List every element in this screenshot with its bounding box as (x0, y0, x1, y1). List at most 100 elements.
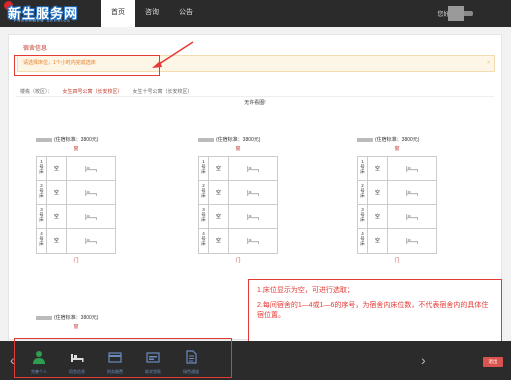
bed-select-slot[interactable] (67, 229, 115, 253)
room-name-redacted (357, 137, 373, 142)
bed-select-slot[interactable] (388, 181, 436, 204)
bed-status: 空 (368, 181, 388, 204)
room-standard: (住宿标准：3800元) (54, 315, 99, 321)
bed-icon (85, 238, 97, 244)
bed-row[interactable]: 4 号 床空 (358, 229, 436, 253)
bed-row[interactable]: 2 号 床空 (358, 181, 436, 205)
bed-row[interactable]: 1 号 床空 (37, 157, 115, 181)
bed-status: 空 (47, 157, 67, 180)
bed-row[interactable]: 3 号 床空 (199, 205, 277, 229)
bed-status: 空 (47, 205, 67, 228)
site-logo[interactable]: 新生服务网 FRESHMEN SERVICE (4, 1, 98, 23)
bed-number: 4 号 床 (37, 229, 47, 253)
door-label: 门 (394, 258, 400, 264)
main-nav: 首页 咨询 公告 (101, 0, 203, 27)
bed-select-slot[interactable] (67, 181, 115, 204)
bed-status: 空 (209, 205, 229, 228)
bed-status: 空 (47, 181, 67, 204)
bed-number: 3 号 床 (199, 205, 209, 228)
nav-consult[interactable]: 咨询 (135, 0, 169, 27)
bed-number: 1 号 床 (358, 157, 368, 180)
bed-number: 1 号 床 (199, 157, 209, 180)
window-label: 窗 (73, 146, 79, 152)
logo-subtext: FRESHMEN SERVICE (14, 18, 72, 23)
bed-status: 空 (209, 229, 229, 253)
room-name-redacted (198, 137, 214, 142)
chevron-right-icon[interactable]: › (421, 353, 426, 367)
bed-row[interactable]: 2 号 床空 (37, 181, 115, 205)
bed-select-slot[interactable] (229, 181, 277, 204)
bed-number: 2 号 床 (358, 181, 368, 204)
bed-row[interactable]: 3 号 床空 (358, 205, 436, 229)
room-header: (住宿标准：3800元) (198, 136, 278, 143)
bed-number: 1 号 床 (37, 157, 47, 180)
bed-icon (247, 189, 259, 196)
nav-home[interactable]: 首页 (101, 0, 135, 27)
bed-table: 1 号 床空2 号 床空3 号 床空4 号 床空 (357, 156, 437, 254)
bed-number: 2 号 床 (37, 181, 47, 204)
room-name-redacted (36, 137, 52, 142)
room-card: (住宿标准：3800元) 窗 1 号 床空2 号 床空3 号 床空4 号 床空 … (198, 136, 278, 264)
filter-divider (16, 96, 494, 97)
room-card: (住宿标准：3800元) 窗 1 号 床空2 号 床空3 号 床空4 号 床空 … (357, 136, 437, 264)
bed-icon (406, 238, 418, 244)
section-title: 宿舍信息 (23, 46, 48, 52)
window-label: 窗 (235, 146, 241, 152)
bed-select-slot[interactable] (388, 205, 436, 228)
close-icon[interactable]: × (487, 56, 490, 71)
bed-select-slot[interactable] (388, 157, 436, 180)
bed-number: 2 号 床 (199, 181, 209, 204)
building-filter: 楼栋（校区）： 女生四号公寓（长安校区） 女生十号公寓（长安校区） (20, 88, 193, 95)
bed-status: 空 (209, 181, 229, 204)
room-header: (住宿标准：3800元) (36, 136, 116, 143)
filter-option[interactable]: 女生十号公寓（长安校区） (133, 88, 193, 95)
top-bar: 新生服务网 FRESHMEN SERVICE 首页 咨询 公告 您好, (0, 0, 511, 27)
layout-subtitle: 无许看图! (244, 100, 266, 106)
avatar[interactable] (448, 6, 464, 21)
bed-status: 空 (368, 157, 388, 180)
bed-select-slot[interactable] (229, 229, 277, 253)
bed-row[interactable]: 3 号 床空 (37, 205, 115, 229)
bed-row[interactable]: 4 号 床空 (199, 229, 277, 253)
callout-line-2: 2.每间宿舍的1—4或1—6的序号，为宿舍内床位数，不代表宿舍内的具体住宿位置。 (257, 302, 489, 319)
bed-icon (406, 213, 418, 220)
bed-status: 空 (368, 205, 388, 228)
notice-highlight-frame (14, 55, 160, 76)
bed-icon (85, 165, 97, 172)
annotation-arrow-icon (152, 41, 194, 68)
bed-icon (247, 213, 259, 220)
room-standard: (住宿标准：3800元) (216, 137, 261, 143)
exit-button[interactable]: 退出 (483, 357, 503, 367)
bed-number: 4 号 床 (358, 229, 368, 253)
bed-icon (247, 238, 259, 244)
dock-highlight-frame (14, 338, 232, 378)
room-standard: (住宿标准：3800元) (54, 137, 99, 143)
bed-number: 3 号 床 (358, 205, 368, 228)
bed-number: 4 号 床 (199, 229, 209, 253)
filter-option-selected[interactable]: 女生四号公寓（长安校区） (63, 88, 123, 95)
bed-status: 空 (368, 229, 388, 253)
bed-table: 1 号 床空2 号 床空3 号 床空4 号 床空 (198, 156, 278, 254)
bed-select-slot[interactable] (67, 157, 115, 180)
room-standard: (住宿标准：3800元) (375, 137, 420, 143)
bed-row[interactable]: 2 号 床空 (199, 181, 277, 205)
bed-select-slot[interactable] (229, 157, 277, 180)
callout-line-1: 1.床位显示为空，可进行选取； (257, 287, 354, 294)
bed-table: 1 号 床空2 号 床空3 号 床空4 号 床空 (36, 156, 116, 254)
room-header: (住宿标准：3800元) (36, 314, 116, 321)
room-card: (住宿标准：3800元) 窗 (36, 314, 116, 330)
bed-select-slot[interactable] (229, 205, 277, 228)
instruction-callout: 1.床位显示为空，可进行选取； 2.每间宿舍的1—4或1—6的序号，为宿舍内床位… (248, 279, 502, 343)
room-header: (住宿标准：3800元) (357, 136, 437, 143)
bed-status: 空 (47, 229, 67, 253)
bed-row[interactable]: 1 号 床空 (199, 157, 277, 181)
bed-select-slot[interactable] (388, 229, 436, 253)
room-card: (住宿标准：3800元) 窗 1 号 床空2 号 床空3 号 床空4 号 床空 … (36, 136, 116, 264)
bed-number: 3 号 床 (37, 205, 47, 228)
bed-row[interactable]: 1 号 床空 (358, 157, 436, 181)
window-label: 窗 (73, 324, 79, 330)
bed-select-slot[interactable] (67, 205, 115, 228)
bed-row[interactable]: 4 号 床空 (37, 229, 115, 253)
nav-announcement[interactable]: 公告 (169, 0, 203, 27)
bed-icon (247, 165, 259, 172)
